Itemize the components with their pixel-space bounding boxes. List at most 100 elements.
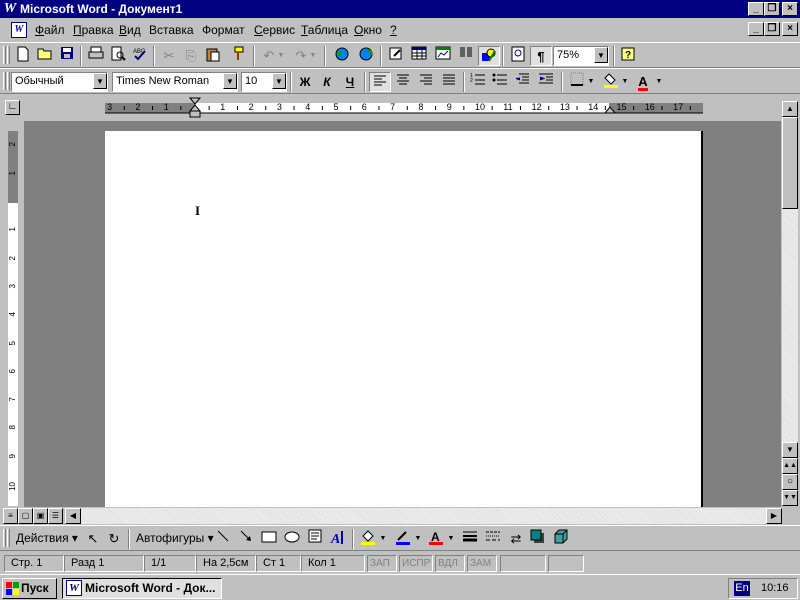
autoshapes-menu[interactable]: Автофигуры ▾ xyxy=(136,531,214,545)
insert-excel-icon[interactable] xyxy=(432,46,454,66)
toolbar-grip[interactable] xyxy=(3,72,6,90)
status-ext[interactable]: ВДЛ xyxy=(435,555,465,572)
title-bar[interactable]: W Microsoft Word - Документ1 _ ❐ × xyxy=(0,0,800,18)
toolbar-grip[interactable] xyxy=(3,46,6,64)
borders-dropdown-icon[interactable]: ▼ xyxy=(586,72,596,92)
zoom-select[interactable]: 75% ▼ xyxy=(553,46,609,66)
wordart-icon[interactable]: A xyxy=(327,529,349,549)
font-color-dropdown-icon[interactable]: ▼ xyxy=(654,72,664,92)
chevron-down-icon[interactable]: ▼ xyxy=(594,47,608,63)
insert-table-icon[interactable] xyxy=(408,46,430,66)
clock[interactable]: 10:16 xyxy=(761,582,789,594)
align-center-icon[interactable] xyxy=(392,72,414,92)
paste-icon[interactable] xyxy=(202,46,224,66)
menu-insert[interactable]: Вставка xyxy=(149,23,194,37)
menu-help[interactable]: ? xyxy=(390,23,397,37)
justify-icon[interactable] xyxy=(438,72,460,92)
scroll-down-button[interactable]: ▼ xyxy=(782,442,798,458)
format-painter-icon[interactable] xyxy=(226,46,248,66)
drawing-icon[interactable] xyxy=(478,46,500,66)
web-layout-view-icon[interactable]: ▢ xyxy=(18,508,33,524)
close-button[interactable]: × xyxy=(782,2,798,16)
outline-view-icon[interactable]: ☰ xyxy=(48,508,63,524)
fill-color-dropdown-icon[interactable]: ▼ xyxy=(378,529,388,549)
save-icon[interactable] xyxy=(56,46,78,66)
dash-style-icon[interactable] xyxy=(482,529,504,549)
word-app-icon[interactable]: W xyxy=(2,1,18,17)
scroll-thumb[interactable] xyxy=(782,117,798,209)
vertical-ruler[interactable]: 2 1 1 2 3 4 5 6 7 8 9 10 xyxy=(4,128,22,506)
next-page-button[interactable]: ▼▼ xyxy=(782,490,798,506)
line-color-dropdown-icon[interactable]: ▼ xyxy=(413,529,423,549)
style-select[interactable]: Обычный ▼ xyxy=(11,72,108,92)
font-select[interactable]: Times New Roman ▼ xyxy=(112,72,238,92)
print-preview-icon[interactable] xyxy=(107,46,129,66)
3d-icon[interactable] xyxy=(550,529,572,549)
right-indent-marker-icon[interactable] xyxy=(604,102,616,114)
underline-button[interactable]: Ч xyxy=(339,72,361,92)
menu-file[interactable]: Файл xyxy=(35,23,65,37)
select-objects-icon[interactable]: ↖ xyxy=(82,529,104,549)
line-style-icon[interactable] xyxy=(459,529,481,549)
fill-color-icon[interactable] xyxy=(357,529,379,549)
tables-borders-icon[interactable] xyxy=(385,46,407,66)
undo-dropdown-icon[interactable]: ▼ xyxy=(276,46,286,66)
minimize-button[interactable]: _ xyxy=(748,2,764,16)
menu-edit[interactable]: Правка xyxy=(73,23,114,37)
redo-dropdown-icon[interactable]: ▼ xyxy=(308,46,318,66)
menu-window[interactable]: Окно xyxy=(354,23,382,37)
open-folder-icon[interactable] xyxy=(34,46,56,66)
font-size-select[interactable]: 10 ▼ xyxy=(241,72,287,92)
line-color-icon[interactable] xyxy=(392,529,414,549)
toolbar-grip[interactable] xyxy=(7,529,10,547)
line-icon[interactable] xyxy=(212,529,234,549)
highlight-dropdown-icon[interactable]: ▼ xyxy=(620,72,630,92)
chevron-down-icon[interactable]: ▼ xyxy=(223,73,237,89)
columns-icon[interactable] xyxy=(455,46,477,66)
highlight-icon[interactable] xyxy=(600,72,622,92)
new-document-icon[interactable] xyxy=(12,46,34,66)
show-formatting-icon[interactable]: ¶ xyxy=(530,46,552,66)
toolbar-grip[interactable] xyxy=(7,72,10,90)
scroll-left-button[interactable]: ◀ xyxy=(65,508,81,524)
font-color-button[interactable]: A xyxy=(632,72,654,92)
align-left-icon[interactable] xyxy=(369,72,391,92)
hyperlink-icon[interactable] xyxy=(355,46,377,66)
doc-maximize-button[interactable]: ❐ xyxy=(764,22,780,36)
taskbar-word-item[interactable]: W Microsoft Word - Док... xyxy=(62,578,222,599)
vertical-scrollbar[interactable]: ▲ ▼ ▲▲ ○ ▼▼ xyxy=(782,101,799,506)
menu-table[interactable]: Таблица xyxy=(301,23,348,37)
decrease-indent-icon[interactable] xyxy=(511,72,533,92)
start-button[interactable]: Пуск xyxy=(2,578,57,599)
bold-button[interactable]: Ж xyxy=(294,72,316,92)
italic-button[interactable]: К xyxy=(316,72,338,92)
toolbar-grip[interactable] xyxy=(7,46,10,64)
draw-font-color-icon[interactable]: A xyxy=(425,529,447,549)
menu-format[interactable]: Формат xyxy=(202,23,245,37)
previous-page-button[interactable]: ▲▲ xyxy=(782,458,798,474)
web-toolbar-icon[interactable] xyxy=(331,46,353,66)
doc-minimize-button[interactable]: _ xyxy=(748,22,764,36)
status-spelling[interactable] xyxy=(548,555,584,572)
status-rec[interactable]: ЗАП xyxy=(367,555,397,572)
borders-icon[interactable] xyxy=(566,72,588,92)
chevron-down-icon[interactable]: ▼ xyxy=(93,73,107,89)
bullets-icon[interactable] xyxy=(489,72,511,92)
toolbar-grip[interactable] xyxy=(3,529,6,547)
horizontal-ruler[interactable]: ∟ 3 2 1 1 2 3 4 5 6 7 8 9 10 11 12 13 14 15 16 17 xyxy=(0,95,800,120)
draw-font-color-dropdown-icon[interactable]: ▼ xyxy=(446,529,456,549)
shadow-icon[interactable] xyxy=(527,529,549,549)
numbering-icon[interactable]: 12 xyxy=(467,72,489,92)
rectangle-icon[interactable] xyxy=(258,529,280,549)
spelling-icon[interactable]: ABC xyxy=(129,46,151,66)
status-ovr[interactable]: ЗАМ xyxy=(467,555,497,572)
cut-icon[interactable]: ✂ xyxy=(158,46,180,66)
document-page[interactable]: I xyxy=(105,131,703,507)
menu-tools[interactable]: Сервис xyxy=(254,23,295,37)
horizontal-scroll-track[interactable] xyxy=(81,508,766,524)
maximize-button[interactable]: ❐ xyxy=(764,2,780,16)
document-icon[interactable]: W xyxy=(11,22,27,38)
text-box-icon[interactable] xyxy=(304,529,326,549)
normal-view-icon[interactable]: ≡ xyxy=(3,508,18,524)
align-right-icon[interactable] xyxy=(415,72,437,92)
